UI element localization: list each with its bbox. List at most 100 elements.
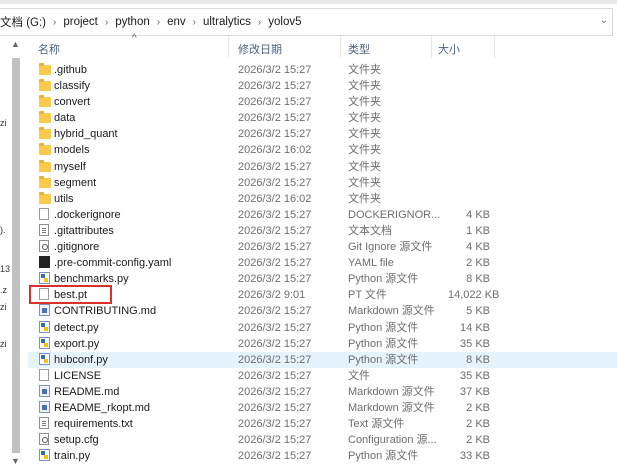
- nav-pane-item-fragment[interactable]: ).: [0, 225, 6, 235]
- breadcrumb-item[interactable]: project: [63, 16, 98, 28]
- file-type: Text 源文件: [348, 418, 405, 431]
- scroll-down-arrow-icon[interactable]: ▼: [11, 456, 20, 466]
- folder-row[interactable]: .github 2026/3/2 15:27 文件夹: [28, 62, 617, 78]
- file-list: .github 2026/3/2 15:27 文件夹 classify 2026/3/2…: [28, 62, 617, 464]
- file-row[interactable]: best.pt 2026/3/2 9:01 PT 文件 14,022 KB: [28, 287, 617, 303]
- column-divider[interactable]: [431, 36, 432, 58]
- python-file-icon: [39, 336, 50, 349]
- folder-icon: [39, 191, 51, 204]
- column-header-name[interactable]: 名称: [38, 41, 60, 57]
- breadcrumb-separator-icon[interactable]: ›: [193, 17, 196, 28]
- sort-indicator-icon: ^: [132, 33, 137, 44]
- file-type: Python 源文件: [348, 450, 419, 463]
- file-name: CONTRIBUTING.md: [54, 305, 157, 318]
- python-file-icon: [39, 449, 50, 462]
- breadcrumb-separator-icon[interactable]: ›: [105, 17, 108, 28]
- nav-pane-item-fragment[interactable]: zi: [0, 339, 7, 349]
- file-type: 文件夹: [348, 64, 381, 76]
- python-file-icon: [39, 320, 50, 333]
- file-row[interactable]: README_rkopt.md 2026/3/2 15:27 Markdown 源文…: [28, 400, 617, 416]
- text-file-icon: [39, 223, 49, 236]
- file-modified-date: 2026/3/2 15:27: [238, 160, 312, 173]
- breadcrumb-item[interactable]: env: [167, 16, 186, 28]
- file-name: hubconf.py: [54, 353, 108, 366]
- file-row[interactable]: .pre-commit-config.yaml 2026/3/2 15:27 YAM…: [28, 255, 617, 271]
- file-modified-date: 2026/3/2 15:27: [238, 305, 312, 318]
- markdown-file-icon: [39, 304, 50, 317]
- breadcrumb-separator-icon[interactable]: ›: [258, 17, 261, 28]
- file-row[interactable]: README.md 2026/3/2 15:27 Markdown 源文件 37 KB: [28, 384, 617, 400]
- file-name: README.md: [54, 385, 120, 398]
- nav-pane-item-fragment[interactable]: zi: [0, 118, 7, 128]
- folder-row[interactable]: data 2026/3/2 15:27 文件夹: [28, 110, 617, 126]
- file-type: 文件夹: [348, 96, 381, 109]
- breadcrumb: 文档 (G:) › project › python › env › ultralytics › y…: [0, 9, 302, 35]
- file-row[interactable]: detect.py 2026/3/2 15:27 Python 源文件 14 KB: [28, 320, 617, 336]
- chevron-down-icon[interactable]: ⌄: [600, 15, 608, 26]
- file-row[interactable]: setup.cfg 2026/3/2 15:27 Configuration 源..…: [28, 432, 617, 448]
- nav-pane-item-fragment[interactable]: .z: [0, 285, 7, 295]
- file-size: 14,022 KB: [448, 289, 500, 302]
- scrollbar-thumb[interactable]: [12, 58, 20, 453]
- file-size: 1 KB: [466, 224, 490, 237]
- highlight-annotation-box: [29, 285, 112, 304]
- column-header-size[interactable]: 大小: [438, 41, 460, 57]
- address-bar[interactable]: 文档 (G:) › project › python › env › ultralytics › y…: [0, 8, 613, 36]
- breadcrumb-separator-icon[interactable]: ›: [157, 17, 160, 28]
- file-modified-date: 2026/3/2 15:27: [238, 64, 312, 76]
- file-row[interactable]: .gitattributes 2026/3/2 15:27 文本文档 1 KB: [28, 223, 617, 239]
- breadcrumb-item[interactable]: python: [115, 16, 150, 28]
- folder-row[interactable]: utils 2026/3/2 16:02 文件夹: [28, 191, 617, 207]
- file-row[interactable]: .dockerignore 2026/3/2 15:27 DOCKERIGNOR..…: [28, 207, 617, 223]
- folder-icon: [39, 159, 51, 172]
- folder-icon: [39, 95, 51, 108]
- file-modified-date: 2026/3/2 9:01: [238, 289, 306, 302]
- column-divider[interactable]: [228, 36, 229, 58]
- file-modified-date: 2026/3/2 15:27: [238, 176, 312, 189]
- file-name: export.py: [54, 337, 100, 350]
- file-type: Python 源文件: [348, 321, 419, 334]
- file-row[interactable]: CONTRIBUTING.md 2026/3/2 15:27 Markdown 源文…: [28, 303, 617, 319]
- folder-row[interactable]: segment 2026/3/2 15:27 文件夹: [28, 175, 617, 191]
- file-row[interactable]: requirements.txt 2026/3/2 15:27 Text 源文件 2 …: [28, 416, 617, 432]
- column-header-type[interactable]: 类型: [348, 41, 370, 57]
- breadcrumb-item[interactable]: ultralytics: [203, 16, 251, 28]
- file-type: 文件夹: [348, 128, 381, 141]
- file-row[interactable]: .gitignore 2026/3/2 15:27 Git Ignore 源文件 4 …: [28, 239, 617, 255]
- python-file-icon: [39, 352, 50, 365]
- file-modified-date: 2026/3/2 15:27: [238, 241, 312, 254]
- breadcrumb-item[interactable]: 文档 (G:): [0, 14, 46, 30]
- file-size: 37 KB: [460, 385, 490, 398]
- file-row[interactable]: benchmarks.py 2026/3/2 15:27 Python 源文件 8 K…: [28, 271, 617, 287]
- file-name: hybrid_quant: [54, 128, 118, 141]
- file-modified-date: 2026/3/2 15:27: [238, 112, 312, 125]
- folder-row[interactable]: convert 2026/3/2 15:27 文件夹: [28, 94, 617, 110]
- file-modified-date: 2026/3/2 15:27: [238, 96, 312, 109]
- folder-row[interactable]: hybrid_quant 2026/3/2 15:27 文件夹: [28, 126, 617, 142]
- file-size: 8 KB: [466, 353, 490, 366]
- nav-pane-item-fragment[interactable]: zi: [0, 302, 7, 312]
- column-divider[interactable]: [340, 36, 341, 58]
- file-row[interactable]: hubconf.py 2026/3/2 15:27 Python 源文件 8 KB: [28, 351, 617, 368]
- folder-row[interactable]: models 2026/3/2 16:02 文件夹: [28, 142, 617, 158]
- breadcrumb-separator-icon[interactable]: ›: [53, 17, 56, 28]
- column-divider[interactable]: [494, 36, 495, 58]
- column-header-modified[interactable]: 修改日期: [238, 41, 282, 57]
- file-modified-date: 2026/3/2 16:02: [238, 144, 312, 157]
- breadcrumb-item[interactable]: yolov5: [268, 16, 301, 28]
- file-name: .github: [54, 64, 88, 76]
- file-type: DOCKERIGNOR...: [348, 208, 441, 221]
- file-row[interactable]: train.py 2026/3/2 15:27 Python 源文件 33 KB: [28, 448, 617, 464]
- file-name: train.py: [54, 450, 91, 463]
- file-type: Markdown 源文件: [348, 305, 435, 318]
- folder-row[interactable]: classify 2026/3/2 15:27 文件夹: [28, 78, 617, 94]
- file-row[interactable]: LICENSE 2026/3/2 15:27 文件 35 KB: [28, 368, 617, 384]
- file-row[interactable]: export.py 2026/3/2 15:27 Python 源文件 35 KB: [28, 336, 617, 352]
- file-name: setup.cfg: [54, 434, 99, 447]
- folder-row[interactable]: myself 2026/3/2 15:27 文件夹: [28, 159, 617, 175]
- scroll-up-arrow-icon[interactable]: ▲: [11, 39, 20, 49]
- file-modified-date: 2026/3/2 15:27: [238, 401, 312, 414]
- vertical-scrollbar[interactable]: ▲ ▼: [9, 36, 23, 467]
- file-size: 35 KB: [460, 369, 490, 382]
- file-modified-date: 2026/3/2 15:27: [238, 450, 312, 463]
